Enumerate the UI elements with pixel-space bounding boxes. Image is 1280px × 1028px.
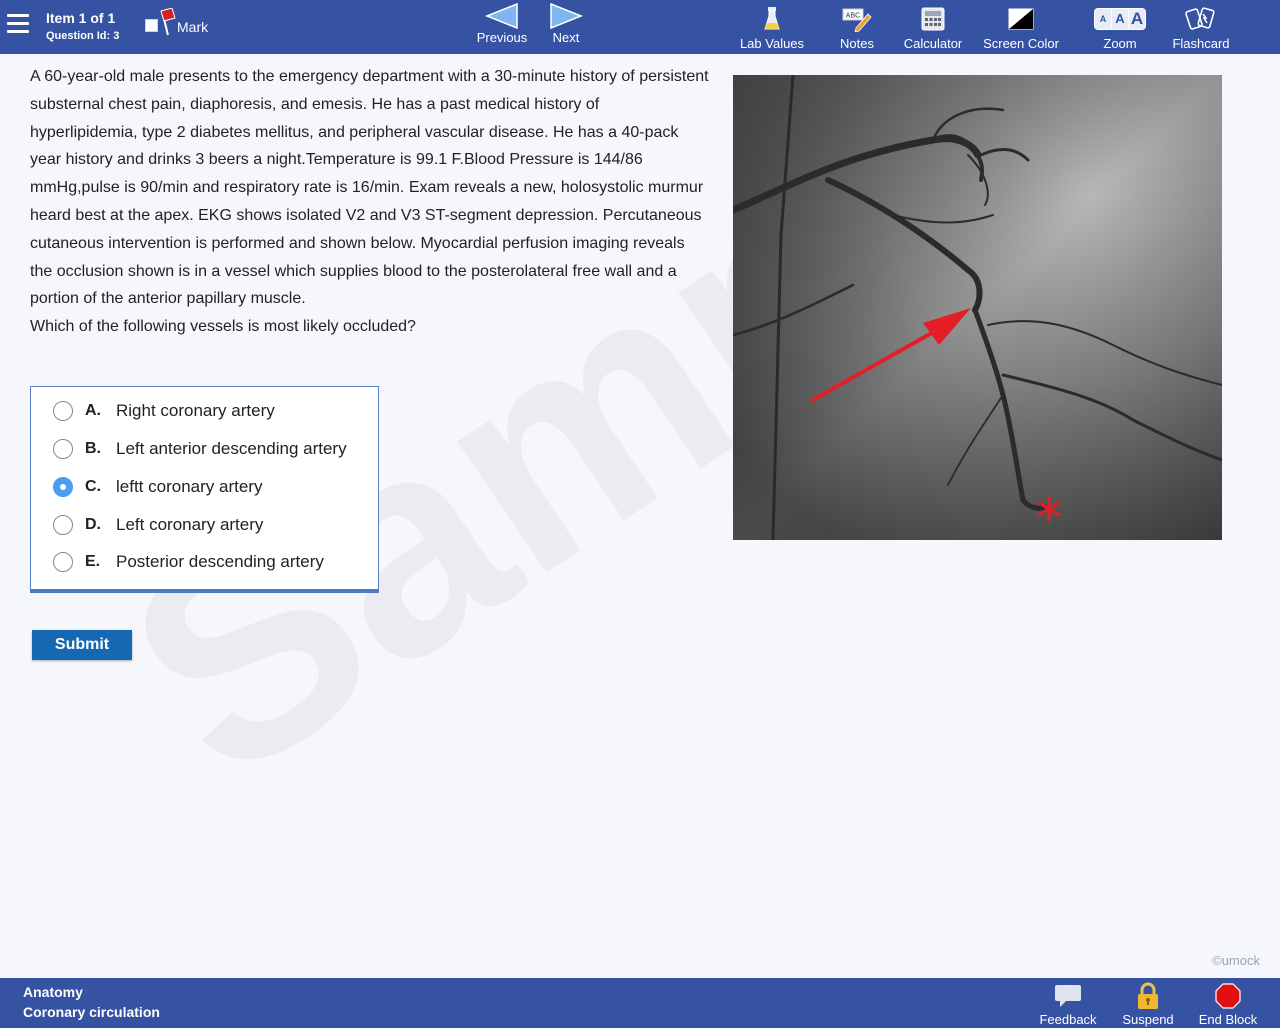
flashcard-label: Flashcard [1172, 36, 1230, 51]
choice-c-radio[interactable] [53, 477, 73, 497]
notes-icon: ABC [832, 4, 882, 34]
choice-e-radio[interactable] [53, 552, 73, 572]
zoom-large[interactable]: A [1129, 9, 1145, 29]
end-block-button[interactable]: End Block [1194, 982, 1262, 1027]
zoom-icon: A A A [1094, 8, 1146, 30]
previous-button[interactable]: Previous [476, 2, 528, 45]
flask-icon [736, 4, 808, 34]
lab-values-label: Lab Values [739, 36, 805, 51]
zoom-button[interactable]: A A A Zoom [1090, 4, 1150, 51]
notes-icon-text: ABC [846, 13, 860, 20]
flag-icon [160, 8, 176, 36]
choice-text: Right coronary artery [116, 401, 275, 420]
submit-button[interactable]: Submit [32, 630, 132, 660]
previous-arrow-icon [485, 2, 518, 30]
screen-color-icon [980, 4, 1062, 34]
coronary-angiogram-image [733, 75, 1222, 540]
question-prompt: Which of the following vessels is most l… [30, 318, 416, 336]
choice-letter: A. [85, 402, 101, 419]
end-block-label: End Block [1198, 1012, 1258, 1027]
choice-letter: D. [85, 516, 101, 533]
choice-a-radio[interactable] [53, 401, 73, 421]
choice-letter: C. [85, 478, 101, 495]
menu-icon[interactable] [7, 14, 29, 34]
choice-d[interactable]: D. Left coronary artery [53, 510, 263, 540]
next-arrow-icon [550, 2, 583, 30]
answer-choices: A. Right coronary artery B. Left anterio… [30, 386, 379, 593]
zoom-small[interactable]: A [1095, 9, 1111, 29]
calculator-icon [900, 4, 966, 34]
choice-b-radio[interactable] [53, 439, 73, 459]
choice-text: leftt coronary artery [116, 477, 263, 496]
choice-c[interactable]: C. leftt coronary artery [53, 472, 262, 502]
flashcard-icon [1168, 4, 1234, 34]
choice-b[interactable]: B. Left anterior descending artery [53, 434, 347, 464]
speech-bubble-icon [1036, 982, 1100, 1010]
choice-e[interactable]: E. Posterior descending artery [53, 547, 324, 577]
choice-letter: E. [85, 553, 101, 570]
choice-a[interactable]: A. Right coronary artery [53, 396, 275, 426]
item-counter: Item 1 of 1 [46, 10, 116, 26]
screen-color-label: Screen Color [983, 36, 1059, 51]
suspend-label: Suspend [1122, 1012, 1174, 1027]
lock-icon [1118, 982, 1178, 1010]
choice-text: Posterior descending artery [116, 552, 324, 571]
screen-color-button[interactable]: Screen Color [980, 4, 1062, 51]
question-id: Question Id: 3 [46, 30, 120, 42]
mark-label: Mark [177, 19, 209, 35]
choice-letter: B. [85, 440, 101, 457]
notes-label: Notes [840, 36, 874, 51]
calculator-label: Calculator [903, 36, 963, 51]
copyright-text: ©umock [1212, 953, 1260, 968]
choice-text: Left coronary artery [116, 515, 264, 534]
feedback-button[interactable]: Feedback [1036, 982, 1100, 1027]
top-toolbar: Item 1 of 1 Question Id: 3 Mark Previous… [0, 0, 1280, 54]
suspend-button[interactable]: Suspend [1118, 982, 1178, 1027]
next-label: Next [552, 30, 580, 45]
zoom-medium[interactable]: A [1112, 9, 1128, 29]
bottom-toolbar: Anatomy Coronary circulation Feedback Su… [0, 978, 1280, 1028]
question-vignette: A 60-year-old male presents to the emerg… [30, 68, 709, 308]
next-button[interactable]: Next [548, 2, 584, 45]
previous-label: Previous [476, 30, 528, 45]
flashcard-button[interactable]: Flashcard [1168, 4, 1234, 51]
notes-button[interactable]: ABC Notes [832, 4, 882, 51]
question-stem: A 60-year-old male presents to the emerg… [30, 63, 710, 341]
mark-checkbox[interactable] [145, 19, 158, 32]
topic-label: Coronary circulation [23, 1004, 160, 1020]
lab-values-button[interactable]: Lab Values [736, 4, 808, 51]
stop-icon [1194, 982, 1262, 1010]
zoom-label: Zoom [1103, 36, 1137, 51]
choice-d-radio[interactable] [53, 515, 73, 535]
choice-text: Left anterior descending artery [116, 439, 347, 458]
feedback-label: Feedback [1039, 1012, 1097, 1027]
subject-label: Anatomy [23, 984, 83, 1000]
calculator-button[interactable]: Calculator [900, 4, 966, 51]
